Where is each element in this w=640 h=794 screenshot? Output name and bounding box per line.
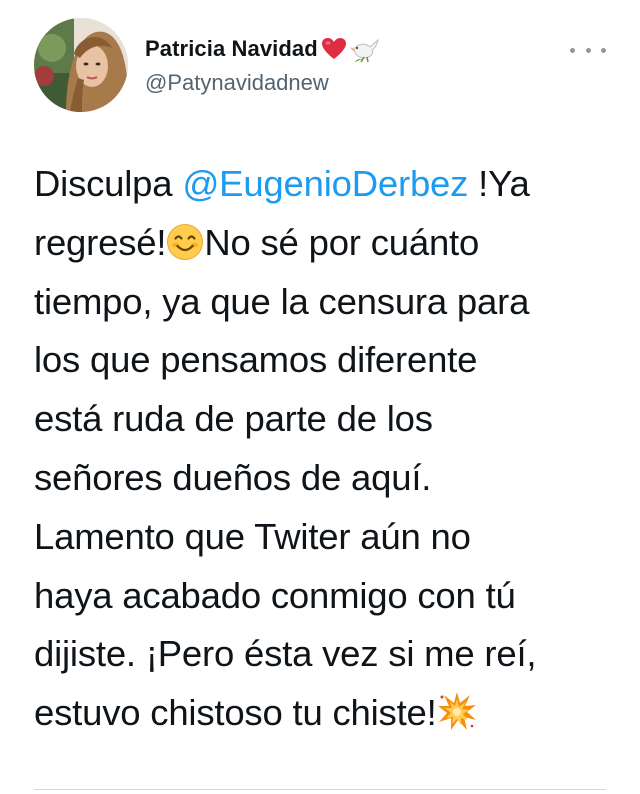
tweet-text-segment: No sé por cuánto	[204, 221, 480, 263]
dove-icon	[349, 35, 382, 63]
more-horizontal-icon	[570, 47, 575, 53]
tweet-text-line: está ruda de parte de los	[34, 390, 624, 449]
red-heart-icon	[321, 37, 347, 61]
tweet-text-segment: haya acabado conmigo con tú	[34, 574, 516, 616]
avatar[interactable]	[34, 18, 128, 112]
more-options-button[interactable]	[570, 40, 606, 60]
more-horizontal-icon	[601, 47, 606, 53]
tweet-text-segment: señores dueños de aquí.	[34, 456, 432, 498]
tweet-text-line: haya acabado conmigo con tú	[34, 567, 624, 626]
avatar-photo	[34, 18, 128, 112]
more-horizontal-icon	[585, 47, 591, 53]
tweet-text: Disculpa @EugenioDerbez !Ya regresé! No sé…	[34, 155, 624, 743]
tweet-text-line: regresé! No sé por cuánto	[34, 214, 624, 273]
tweet-text-segment: está ruda de parte de los	[34, 398, 433, 440]
smiling-face-icon	[166, 220, 204, 279]
tweet-text-line: los que pensamos diferente	[34, 331, 624, 390]
mention-link[interactable]: @EugenioDerbez	[182, 163, 468, 204]
display-name[interactable]: Patricia Navidad	[145, 36, 318, 62]
collision-icon	[437, 690, 477, 749]
tweet: Patricia Navidad @Patynavidadnew Disculp…	[0, 0, 640, 794]
tweet-text-segment: dijiste. ¡Pero ésta vez si me reí,	[34, 633, 537, 675]
tweet-text-segment: Lamento que Twiter aún no	[34, 515, 471, 557]
tweet-text-segment: estuvo chistoso tu chiste!	[34, 692, 437, 734]
tweet-text-segment: tiempo, ya que la censura para	[34, 280, 530, 322]
author-handle[interactable]: @Patynavidadnew	[145, 70, 329, 96]
tweet-text-line: tiempo, ya que la censura para	[34, 273, 624, 332]
tweet-text-line: estuvo chistoso tu chiste!	[34, 684, 624, 743]
tweet-text-segment: Disculpa	[34, 163, 183, 204]
divider	[34, 789, 606, 790]
tweet-text-segment: los que pensamos diferente	[34, 339, 478, 381]
tweet-text-segment: regresé!	[34, 221, 167, 263]
tweet-text-line: señores dueños de aquí.	[34, 449, 624, 508]
tweet-text-line: Disculpa @EugenioDerbez !Ya	[34, 155, 624, 214]
author-name-row[interactable]: Patricia Navidad	[145, 32, 382, 66]
tweet-text-segment: !Ya	[468, 163, 530, 204]
tweet-text-line: dijiste. ¡Pero ésta vez si me reí,	[34, 625, 624, 684]
tweet-text-line: Lamento que Twiter aún no	[34, 508, 624, 567]
